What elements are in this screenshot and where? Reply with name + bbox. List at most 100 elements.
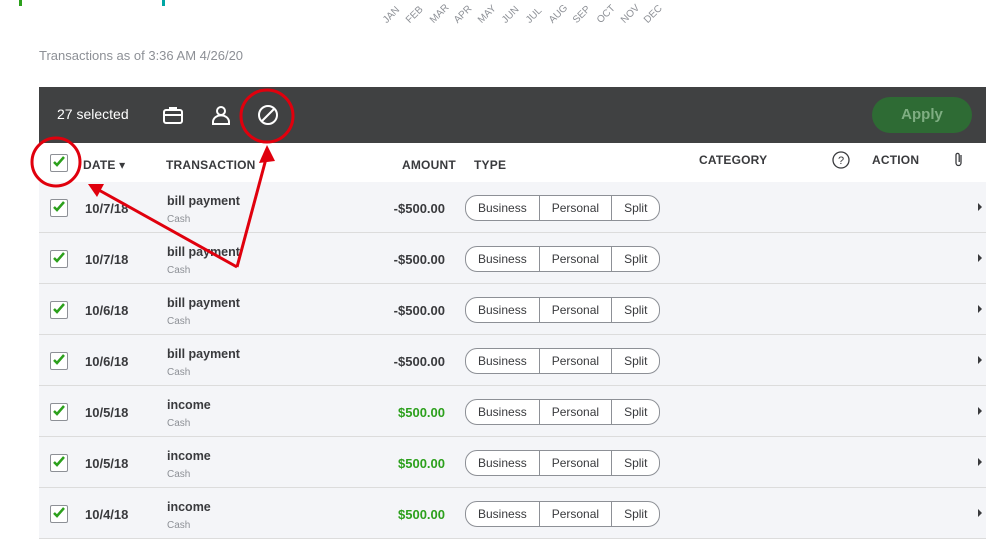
row-amount: $500.00 xyxy=(398,456,445,471)
type-option-business[interactable]: Business xyxy=(466,502,540,526)
month-label-aug: AUG xyxy=(547,2,571,26)
type-segmented-control: Business Personal Split xyxy=(465,399,661,425)
row-account: Cash xyxy=(167,469,191,480)
accent-bar-teal xyxy=(162,0,165,6)
expand-chevron-icon[interactable] xyxy=(978,356,982,364)
expand-chevron-icon[interactable] xyxy=(978,254,982,262)
type-option-split[interactable]: Split xyxy=(612,349,659,373)
row-checkbox[interactable] xyxy=(50,403,68,421)
column-category: CATEGORY xyxy=(699,153,768,167)
select-all-checkbox[interactable] xyxy=(50,154,68,172)
help-icon[interactable]: ? xyxy=(831,150,851,170)
type-option-split[interactable]: Split xyxy=(612,298,659,322)
type-segmented-control: Business Personal Split xyxy=(465,501,661,527)
row-account: Cash xyxy=(167,316,191,327)
type-option-personal[interactable]: Personal xyxy=(540,247,613,271)
row-amount: $500.00 xyxy=(398,405,445,420)
type-option-business[interactable]: Business xyxy=(466,349,540,373)
expand-chevron-icon[interactable] xyxy=(978,509,982,517)
svg-text:?: ? xyxy=(838,155,844,167)
month-label-may: MAY xyxy=(476,3,499,26)
person-icon[interactable] xyxy=(209,103,233,127)
column-type: TYPE xyxy=(474,158,507,172)
type-option-business[interactable]: Business xyxy=(466,451,540,475)
table-header: DATE ▾ TRANSACTION AMOUNT TYPE CATEGORY … xyxy=(39,143,986,183)
row-checkbox[interactable] xyxy=(50,505,68,523)
table-row[interactable]: 10/4/18 income Cash $500.00 Business Personal… xyxy=(39,488,986,539)
row-date: 10/6/18 xyxy=(85,354,129,369)
type-option-split[interactable]: Split xyxy=(612,400,659,424)
month-label-feb: FEB xyxy=(404,4,426,26)
accent-bar-green xyxy=(19,0,22,6)
month-label-sep: SEP xyxy=(571,3,593,26)
type-segmented-control: Business Personal Split xyxy=(465,348,661,374)
row-checkbox[interactable] xyxy=(50,301,68,319)
type-option-business[interactable]: Business xyxy=(466,298,540,322)
table-row[interactable]: 10/7/18 bill payment Cash -$500.00 Business P… xyxy=(39,182,986,233)
row-account: Cash xyxy=(167,265,191,276)
row-transaction-name: bill payment xyxy=(167,296,240,310)
month-label-nov: NOV xyxy=(619,2,643,26)
type-option-personal[interactable]: Personal xyxy=(540,196,613,220)
row-checkbox[interactable] xyxy=(50,250,68,268)
column-transaction[interactable]: TRANSACTION xyxy=(166,158,256,172)
row-checkbox[interactable] xyxy=(50,352,68,370)
row-checkbox[interactable] xyxy=(50,454,68,472)
row-amount: $500.00 xyxy=(398,507,445,522)
column-date[interactable]: DATE ▾ xyxy=(83,158,125,172)
month-label-mar: MAR xyxy=(428,2,452,26)
type-option-business[interactable]: Business xyxy=(466,400,540,424)
row-transaction-name: income xyxy=(167,500,211,514)
row-date: 10/6/18 xyxy=(85,303,129,318)
month-label-oct: OCT xyxy=(595,3,618,26)
type-option-split[interactable]: Split xyxy=(612,451,659,475)
month-label-jul: JUL xyxy=(524,5,545,26)
row-account: Cash xyxy=(167,418,191,429)
type-option-split[interactable]: Split xyxy=(612,196,659,220)
apply-button[interactable]: Apply xyxy=(872,97,972,133)
table-row[interactable]: 10/6/18 bill payment Cash -$500.00 Business P… xyxy=(39,284,986,335)
table-row[interactable]: 10/5/18 income Cash $500.00 Business Personal… xyxy=(39,386,986,437)
row-account: Cash xyxy=(167,520,191,531)
expand-chevron-icon[interactable] xyxy=(978,407,982,415)
exclude-icon[interactable] xyxy=(256,103,280,127)
type-option-split[interactable]: Split xyxy=(612,502,659,526)
transactions-as-of: Transactions as of 3:36 AM 4/26/20 xyxy=(39,48,244,63)
table-row[interactable]: 10/5/18 income Cash $500.00 Business Personal… xyxy=(39,437,986,488)
column-action: ACTION xyxy=(872,153,920,167)
row-transaction-name: income xyxy=(167,449,211,463)
row-date: 10/7/18 xyxy=(85,201,129,216)
bulk-action-toolbar: 27 selected Apply xyxy=(39,87,986,143)
column-amount[interactable]: AMOUNT xyxy=(402,158,456,172)
top-chart-strip: JAN FEB MAR APR MAY JUN JUL AUG SEP OCT NOV DEC xyxy=(0,0,986,30)
expand-chevron-icon[interactable] xyxy=(978,458,982,466)
type-option-personal[interactable]: Personal xyxy=(540,502,613,526)
row-date: 10/5/18 xyxy=(85,405,129,420)
type-option-split[interactable]: Split xyxy=(612,247,659,271)
type-option-personal[interactable]: Personal xyxy=(540,298,613,322)
month-label-dec: DEC xyxy=(642,3,665,26)
row-transaction-name: bill payment xyxy=(167,194,240,208)
table-row[interactable]: 10/6/18 bill payment Cash -$500.00 Business P… xyxy=(39,335,986,386)
type-option-business[interactable]: Business xyxy=(466,196,540,220)
row-amount: -$500.00 xyxy=(393,252,445,267)
month-label-jan: JAN xyxy=(381,4,403,26)
row-transaction-name: bill payment xyxy=(167,347,240,361)
month-label-apr: APR xyxy=(452,3,475,26)
month-label-jun: JUN xyxy=(500,4,522,26)
expand-chevron-icon[interactable] xyxy=(978,305,982,313)
type-option-personal[interactable]: Personal xyxy=(540,349,613,373)
row-amount: -$500.00 xyxy=(393,354,445,369)
row-transaction-name: bill payment xyxy=(167,245,240,259)
expand-chevron-icon[interactable] xyxy=(978,203,982,211)
type-option-personal[interactable]: Personal xyxy=(540,400,613,424)
row-checkbox[interactable] xyxy=(50,199,68,217)
type-option-personal[interactable]: Personal xyxy=(540,451,613,475)
type-option-business[interactable]: Business xyxy=(466,247,540,271)
table-row[interactable]: 10/7/18 bill payment Cash -$500.00 Business P… xyxy=(39,233,986,284)
row-account: Cash xyxy=(167,367,191,378)
briefcase-icon[interactable] xyxy=(161,103,185,127)
type-segmented-control: Business Personal Split xyxy=(465,246,661,272)
row-transaction-name: income xyxy=(167,398,211,412)
attachment-icon[interactable] xyxy=(951,151,967,169)
